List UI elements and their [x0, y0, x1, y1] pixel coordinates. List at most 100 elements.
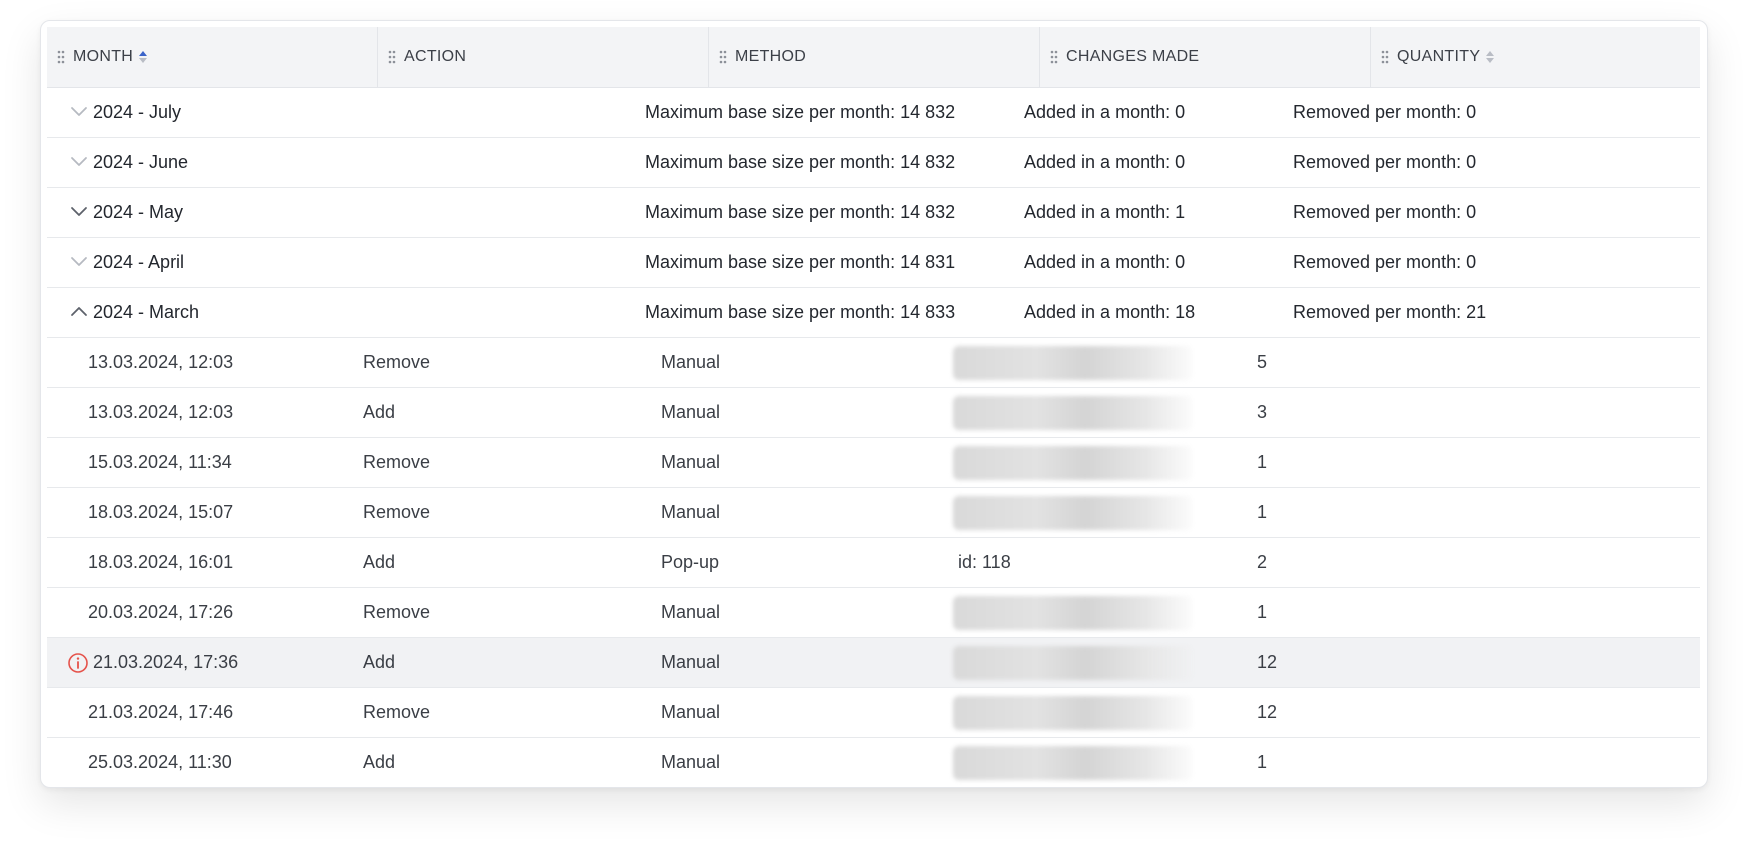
group-changes-summary: Added in a month: 0: [1024, 252, 1186, 272]
group-row[interactable]: 2024 - April Maximum base size per month:…: [47, 238, 1700, 288]
group-row[interactable]: 2024 - June Maximum base size per month: …: [47, 138, 1700, 188]
table-body: 2024 - July Maximum base size per month: …: [47, 88, 1700, 787]
sort-icon[interactable]: [1485, 50, 1495, 64]
row-date: 18.03.2024, 16:01: [88, 552, 234, 572]
redacted-changes: [953, 646, 1193, 680]
row-method: Manual: [661, 352, 721, 372]
row-quantity: 12: [1257, 652, 1278, 672]
drag-handle-icon[interactable]: [1050, 50, 1058, 64]
group-method-summary: Maximum base size per month: 14 832: [645, 102, 956, 122]
row-method: Manual: [661, 402, 721, 422]
chevron-down-light-icon[interactable]: [70, 155, 88, 167]
row-method: Manual: [661, 752, 721, 772]
chevron-down-light-icon[interactable]: [70, 255, 88, 267]
group-changes-summary: Added in a month: 1: [1024, 202, 1186, 222]
row-quantity: 1: [1257, 502, 1268, 522]
redacted-changes: [953, 746, 1193, 780]
row-quantity: 2: [1257, 552, 1268, 572]
row-quantity: 3: [1257, 402, 1268, 422]
group-method-summary: Maximum base size per month: 14 831: [645, 252, 956, 272]
data-table: MONTH ACTION METHOD CHANGES MADE QUANTIT…: [47, 27, 1700, 787]
group-row[interactable]: 2024 - March Maximum base size per month:…: [47, 288, 1700, 338]
group-row[interactable]: 2024 - July Maximum base size per month: …: [47, 88, 1700, 138]
row-quantity: 1: [1257, 452, 1268, 472]
column-label: METHOD: [735, 48, 807, 65]
data-table-card: MONTH ACTION METHOD CHANGES MADE QUANTIT…: [40, 20, 1708, 788]
sort-ascending-icon[interactable]: [138, 50, 148, 64]
row-changes: id: 118: [958, 552, 1011, 572]
redacted-changes: [953, 696, 1193, 730]
drag-handle-icon[interactable]: [719, 50, 727, 64]
row-method: Manual: [661, 652, 721, 672]
table-row[interactable]: 21.03.2024, 17:46 Remove Manual 12: [47, 688, 1700, 738]
row-action: Remove: [363, 702, 431, 722]
group-quantity-summary: Removed per month: 0: [1293, 152, 1477, 172]
column-header-method[interactable]: METHOD: [709, 27, 1040, 87]
row-method: Manual: [661, 702, 721, 722]
redacted-changes: [953, 446, 1193, 480]
table-row[interactable]: 15.03.2024, 11:34 Remove Manual 1: [47, 438, 1700, 488]
row-date: 13.03.2024, 12:03: [88, 352, 234, 372]
column-label: QUANTITY: [1397, 48, 1481, 65]
chevron-down-light-icon[interactable]: [70, 105, 88, 117]
info-circle-icon[interactable]: [67, 652, 89, 674]
group-row[interactable]: 2024 - May Maximum base size per month: 1…: [47, 188, 1700, 238]
table-row[interactable]: 25.03.2024, 11:30 Add Manual 1: [47, 738, 1700, 787]
column-header-action[interactable]: ACTION: [378, 27, 709, 87]
column-header-changes-made[interactable]: CHANGES MADE: [1040, 27, 1371, 87]
group-changes-summary: Added in a month: 0: [1024, 152, 1186, 172]
row-action: Add: [363, 552, 396, 572]
chevron-down-icon[interactable]: [70, 205, 88, 217]
drag-handle-icon[interactable]: [388, 50, 396, 64]
row-action: Add: [363, 752, 396, 772]
table-row[interactable]: 20.03.2024, 17:26 Remove Manual 1: [47, 588, 1700, 638]
chevron-up-icon[interactable]: [70, 305, 88, 317]
column-header-quantity[interactable]: QUANTITY: [1371, 27, 1700, 87]
table-row[interactable]: 13.03.2024, 12:03 Add Manual 3: [47, 388, 1700, 438]
group-month-label: 2024 - July: [93, 102, 182, 122]
group-changes-summary: Added in a month: 18: [1024, 302, 1196, 322]
redacted-changes: [953, 396, 1193, 430]
row-action: Remove: [363, 602, 431, 622]
row-action: Remove: [363, 452, 431, 472]
row-date: 18.03.2024, 15:07: [88, 502, 234, 522]
row-action: Add: [363, 652, 396, 672]
group-quantity-summary: Removed per month: 0: [1293, 252, 1477, 272]
column-label: ACTION: [404, 48, 467, 65]
row-quantity: 12: [1257, 702, 1278, 722]
group-method-summary: Maximum base size per month: 14 833: [645, 302, 956, 322]
row-quantity: 5: [1257, 352, 1268, 372]
group-changes-summary: Added in a month: 0: [1024, 102, 1186, 122]
drag-handle-icon[interactable]: [1381, 50, 1389, 64]
row-action: Remove: [363, 352, 431, 372]
redacted-changes: [953, 596, 1193, 630]
group-quantity-summary: Removed per month: 0: [1293, 202, 1477, 222]
group-method-summary: Maximum base size per month: 14 832: [645, 202, 956, 222]
drag-handle-icon[interactable]: [57, 50, 65, 64]
column-label: CHANGES MADE: [1066, 48, 1200, 65]
table-row[interactable]: 21.03.2024, 17:36 Add Manual 12: [47, 638, 1700, 688]
group-method-summary: Maximum base size per month: 14 832: [645, 152, 956, 172]
row-quantity: 1: [1257, 752, 1268, 772]
table-header: MONTH ACTION METHOD CHANGES MADE QUANTIT…: [47, 27, 1700, 88]
row-date: 21.03.2024, 17:46: [88, 702, 234, 722]
group-month-label: 2024 - May: [93, 202, 184, 222]
table-row[interactable]: 13.03.2024, 12:03 Remove Manual 5: [47, 338, 1700, 388]
column-label: MONTH: [73, 48, 134, 65]
redacted-changes: [953, 346, 1193, 380]
group-quantity-summary: Removed per month: 21: [1293, 302, 1487, 322]
row-method: Pop-up: [661, 552, 720, 572]
group-month-label: 2024 - March: [93, 302, 200, 322]
row-quantity: 1: [1257, 602, 1268, 622]
column-header-month[interactable]: MONTH: [47, 27, 378, 87]
redacted-changes: [953, 496, 1193, 530]
group-quantity-summary: Removed per month: 0: [1293, 102, 1477, 122]
row-method: Manual: [661, 602, 721, 622]
row-date: 25.03.2024, 11:30: [88, 752, 232, 772]
group-month-label: 2024 - June: [93, 152, 189, 172]
table-row[interactable]: 18.03.2024, 16:01 Add Pop-up id: 118 2: [47, 538, 1700, 588]
table-row[interactable]: 18.03.2024, 15:07 Remove Manual 1: [47, 488, 1700, 538]
row-date: 13.03.2024, 12:03: [88, 402, 234, 422]
row-date: 15.03.2024, 11:34: [88, 452, 232, 472]
row-date: 20.03.2024, 17:26: [88, 602, 234, 622]
